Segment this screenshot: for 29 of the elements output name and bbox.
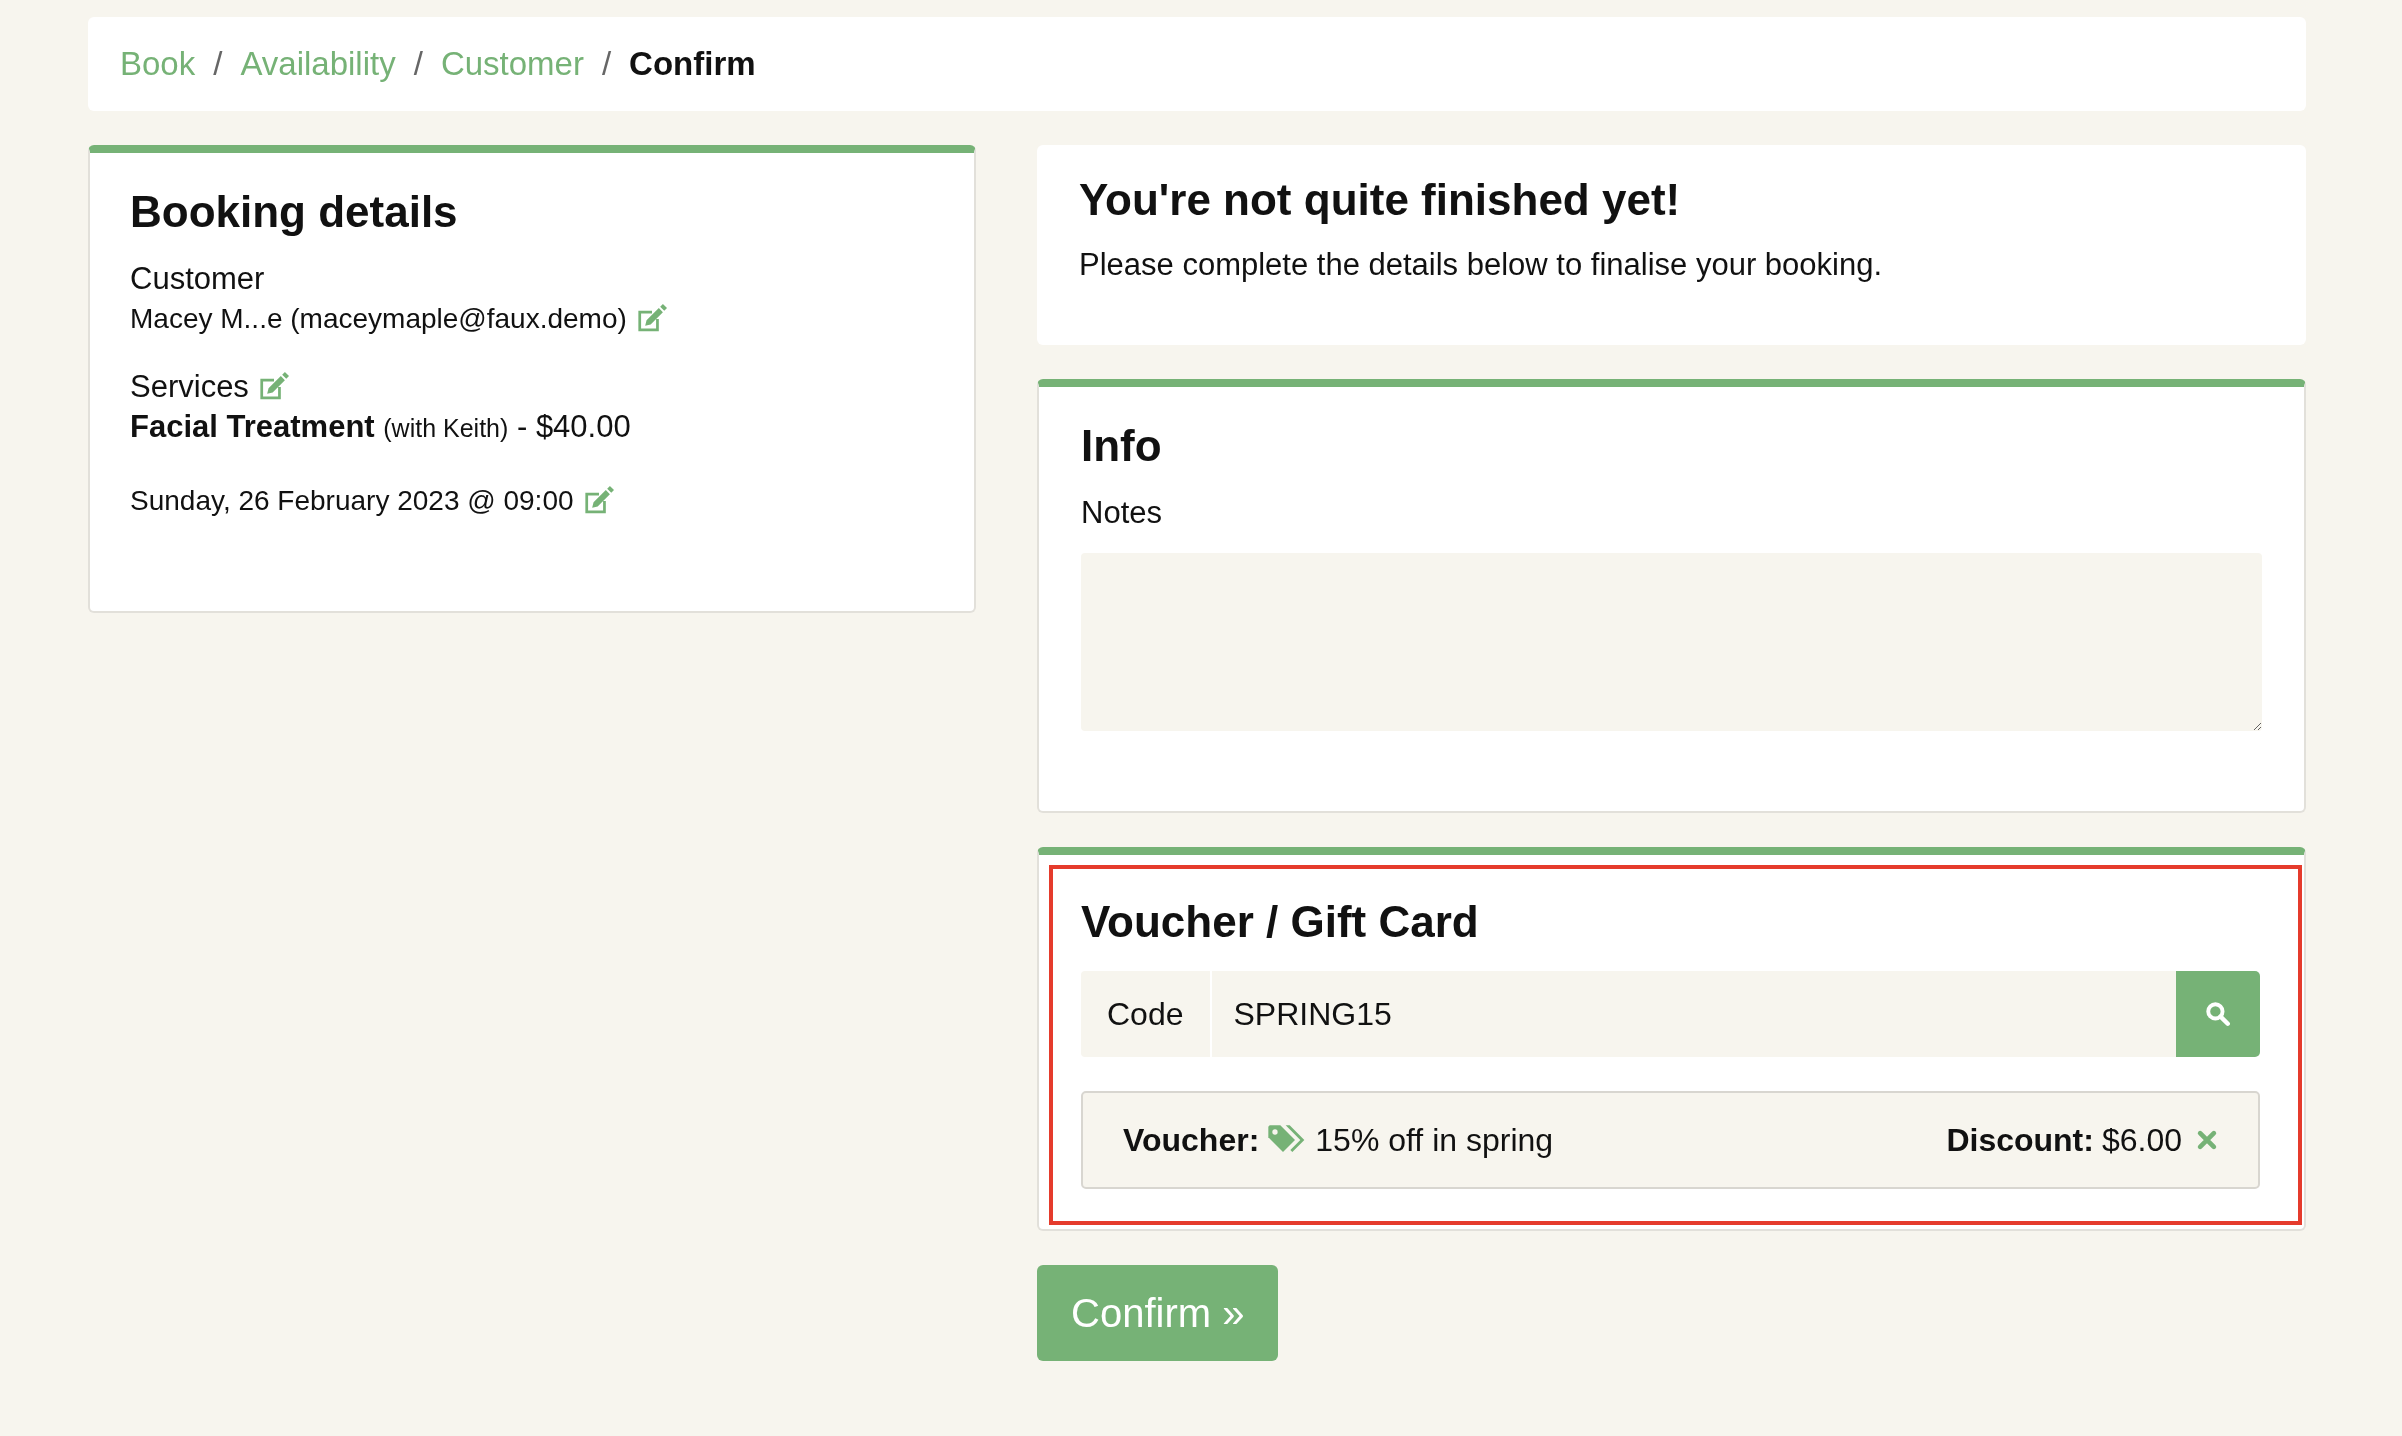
breadcrumb-current: Confirm [629,45,756,83]
confirm-button[interactable]: Confirm » [1037,1265,1279,1361]
breadcrumb-link[interactable]: Availability [240,45,396,83]
search-icon [2205,1001,2231,1027]
breadcrumb-separator: / [601,45,612,83]
field-label: Notes [1081,495,1163,531]
breadcrumb-link[interactable]: Book [120,45,196,83]
notice-title: You're not quite finished yet! [1079,175,1682,225]
field-label: Customer [130,261,266,297]
notice-text: Please complete the details below to finalise your booking. [1079,247,1884,283]
breadcrumb-separator: / [213,45,223,83]
voucher-name: 15% off in spring [1315,1121,1554,1159]
field-label: Services [130,369,249,405]
card-title: Voucher / Gift Card [1081,897,1480,947]
code-label: Code [1081,971,1212,1057]
search-button[interactable] [2176,971,2260,1057]
customer-text: Macey M...e (maceymaple@faux.demo) [130,303,627,335]
discount-label: Discount: [1946,1121,2094,1159]
code-field[interactable]: SPRING15 [1211,971,2176,1057]
breadcrumb-link[interactable]: Customer [440,45,584,83]
discount-value: $6.00 [2101,1121,2182,1159]
card-title: Booking details [130,187,459,237]
voucher-label: Voucher: [1123,1121,1260,1159]
service-text: Facial Treatment (with Keith) - $40.00 [130,409,632,445]
date-text: Sunday, 26 February 2023 @ 09:00 [130,485,574,517]
breadcrumb-separator: / [413,45,423,83]
remove-icon[interactable] [2196,1129,2218,1151]
card-title: Info [1081,421,1163,471]
notes-field[interactable] [1081,553,2262,731]
